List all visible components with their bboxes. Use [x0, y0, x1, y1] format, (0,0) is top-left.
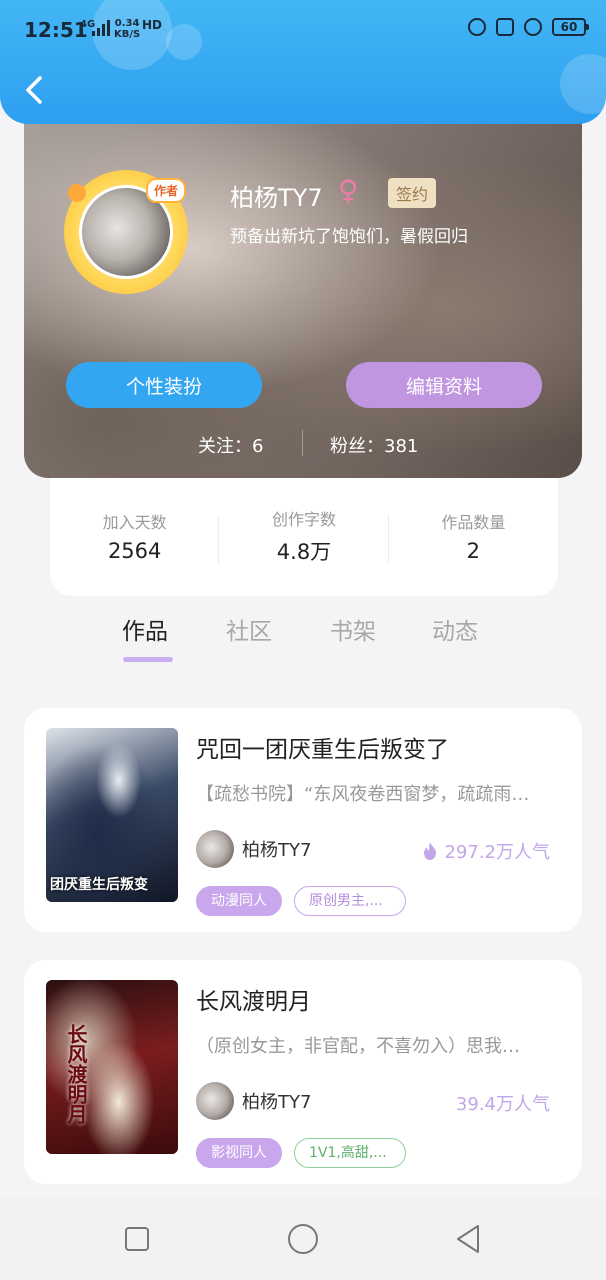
female-icon: ♀: [338, 174, 359, 207]
active-tab-indicator: [123, 657, 173, 662]
popularity-value: 39.4万人气: [455, 1094, 550, 1115]
mute-bell-icon: [496, 18, 514, 36]
stat-value: 4.8万: [276, 540, 332, 564]
signed-badge: 签约: [388, 178, 437, 208]
tag-keywords[interactable]: 原创男主,...: [294, 886, 406, 916]
stat-works-count: 作品数量 2: [389, 509, 558, 563]
author-avatar: [196, 1082, 234, 1120]
back-button[interactable]: [18, 72, 50, 108]
work-tags: 动漫同人 原创男主,...: [196, 886, 406, 916]
avatar-frame[interactable]: 作者: [64, 170, 188, 294]
battery-icon: 60: [552, 18, 589, 36]
home-button[interactable]: [286, 1222, 320, 1256]
content-tabs: 作品 社区 书架 动态: [96, 612, 510, 668]
author-name: 柏杨TY7: [242, 840, 312, 861]
tag-category[interactable]: 影视同人: [196, 1138, 282, 1168]
signal-icon: [92, 20, 112, 36]
stats-card: 加入天数 2564 创作字数 4.8万 作品数量 2: [50, 476, 558, 596]
stat-value: 2: [466, 539, 480, 563]
work-author: 柏杨TY7: [196, 1082, 311, 1120]
status-bar: 12:51 4G 0.34 KB/S HD 60: [0, 14, 606, 50]
back-nav-button[interactable]: [452, 1222, 486, 1256]
author-name: 柏杨TY7: [242, 1092, 312, 1113]
profile-card: 作者 柏杨TY7 ♀ 签约 预备出新坑了饱饱们，暑假回归 个性装扮 编辑资料 关…: [24, 96, 582, 478]
stat-word-count: 创作字数 4.8万: [219, 506, 389, 566]
stat-label: 创作字数: [271, 510, 336, 529]
recents-button[interactable]: [120, 1222, 154, 1256]
work-description: （原创女主，非官配，不喜勿入）思我…: [196, 1036, 520, 1057]
user-name: 柏杨TY7: [230, 184, 323, 212]
tab-bookshelf[interactable]: 书架: [330, 612, 376, 646]
decor-bubble: [560, 54, 606, 114]
dnd-icon: [468, 18, 486, 36]
chevron-left-icon: [26, 76, 42, 104]
flame-icon: [424, 842, 437, 860]
top-header: 12:51 4G 0.34 KB/S HD 60: [0, 0, 606, 124]
stat-label: 加入天数: [102, 513, 167, 532]
book-cover[interactable]: 团厌重生后叛变: [46, 728, 178, 902]
cover-title: 团厌重生后叛变: [50, 877, 148, 893]
speed-value: 0.34: [114, 18, 140, 29]
work-title[interactable]: 咒回一团厌重生后叛变了: [196, 730, 449, 764]
tag-category[interactable]: 动漫同人: [196, 886, 282, 916]
edit-profile-button[interactable]: 编辑资料: [346, 362, 542, 408]
user-bio: 预备出新坑了饱饱们，暑假回归: [230, 227, 468, 247]
author-badge: 作者: [145, 178, 186, 203]
tab-community[interactable]: 社区: [226, 612, 272, 646]
cover-title: 长风渡明月: [64, 1024, 88, 1124]
network-speed: 0.34 KB/S: [114, 18, 140, 40]
popularity: 39.4万人气: [456, 1090, 550, 1116]
speed-unit: KB/S: [114, 29, 141, 40]
stat-label: 作品数量: [441, 513, 506, 532]
stat-join-days: 加入天数 2564: [50, 509, 220, 565]
tag-keywords[interactable]: 1V1,高甜,...: [294, 1138, 406, 1168]
status-icons: 60: [468, 18, 589, 36]
balloon-decor: [68, 184, 86, 202]
popularity: 297.2万人气: [422, 838, 550, 864]
tab-works[interactable]: 作品: [122, 612, 168, 646]
author-avatar: [196, 830, 234, 868]
work-card[interactable]: 长风渡明月 长风渡明月 （原创女主，非官配，不喜勿入）思我… 柏杨TY7 39.…: [24, 960, 582, 1184]
popularity-value: 297.2万人气: [444, 842, 550, 863]
work-author: 柏杨TY7: [196, 830, 311, 868]
stat-value: 2564: [107, 539, 162, 563]
work-tags: 影视同人 1V1,高甜,...: [196, 1138, 406, 1168]
work-title[interactable]: 长风渡明月: [196, 982, 311, 1016]
costume-button[interactable]: 个性装扮: [66, 362, 262, 408]
system-nav-bar: [0, 1196, 606, 1280]
work-description: 【疏愁书院】“东风夜卷西窗梦，疏疏雨…: [196, 784, 530, 805]
tab-activity[interactable]: 动态: [432, 612, 478, 646]
work-card[interactable]: 团厌重生后叛变 咒回一团厌重生后叛变了 【疏愁书院】“东风夜卷西窗梦，疏疏雨… …: [24, 708, 582, 932]
hd-indicator: HD: [142, 18, 163, 32]
book-cover[interactable]: 长风渡明月: [46, 980, 178, 1154]
data-saver-icon: [524, 18, 542, 36]
divider: [302, 430, 303, 456]
status-time: 12:51: [24, 18, 88, 42]
following-count[interactable]: 关注：6: [198, 432, 263, 458]
fans-count[interactable]: 粉丝：381: [330, 432, 418, 458]
